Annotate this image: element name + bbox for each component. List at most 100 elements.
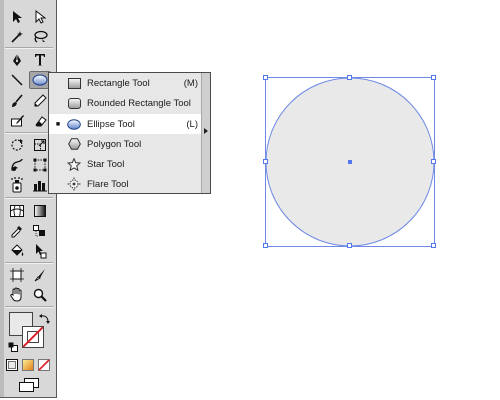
- type-tool-button[interactable]: [30, 51, 50, 69]
- shape-tools-flyout: Rectangle Tool (M) Rounded Rectangle Too…: [48, 72, 211, 194]
- magic-wand-tool-button[interactable]: [7, 28, 27, 46]
- ellipse-shape[interactable]: [262, 74, 438, 250]
- free-transform-tool-button[interactable]: [30, 156, 50, 174]
- live-paint-selection-icon: [36, 244, 47, 259]
- handle-bottom-left[interactable]: [263, 243, 268, 248]
- polygon-icon: [67, 137, 81, 151]
- flare-icon: [67, 177, 81, 191]
- pen-tool-button[interactable]: [7, 51, 27, 69]
- ellipse-icon: [32, 74, 48, 86]
- rotate-icon: [11, 139, 23, 151]
- color-mode-button[interactable]: [5, 358, 19, 372]
- tools-panel: [0, 0, 57, 398]
- mesh-icon: [10, 205, 24, 217]
- none-color-icon: [23, 327, 43, 347]
- selected-ellipse-object[interactable]: [262, 74, 438, 250]
- current-tool-indicator: ■: [55, 120, 61, 128]
- handle-top-left[interactable]: [263, 75, 268, 80]
- paint-bucket-icon: [11, 244, 24, 256]
- warp-tool-button[interactable]: [7, 156, 27, 174]
- selection-tool-button[interactable]: [7, 8, 27, 26]
- rotate-tool-button[interactable]: [7, 136, 27, 154]
- zoom-tool-button[interactable]: [30, 286, 50, 304]
- free-transform-icon: [33, 158, 47, 172]
- color-mode-icon: [6, 359, 18, 371]
- pencil-tool-button[interactable]: [30, 92, 50, 110]
- handle-right[interactable]: [431, 159, 436, 164]
- menu-item-label: Rounded Rectangle Tool: [87, 97, 191, 109]
- line-segment-tool-button[interactable]: [7, 71, 27, 89]
- white-arrow-icon: [35, 10, 46, 24]
- none-mode-icon: [38, 359, 50, 371]
- menu-item-rounded-rectangle-tool[interactable]: Rounded Rectangle Tool: [49, 93, 202, 113]
- none-mode-button[interactable]: [37, 358, 51, 372]
- handle-top-right[interactable]: [431, 75, 436, 80]
- brush-icon: [12, 94, 23, 107]
- menu-item-ellipse-tool[interactable]: ■ Ellipse Tool (L): [49, 114, 202, 134]
- live-paint-selection-tool-button[interactable]: [30, 242, 50, 260]
- artboard-icon: [10, 268, 24, 282]
- scale-tool-button[interactable]: [30, 136, 50, 154]
- panel-grip[interactable]: [0, 0, 4, 397]
- ellipse-icon: [67, 117, 81, 131]
- flyout-items: Rectangle Tool (M) Rounded Rectangle Too…: [49, 73, 202, 193]
- menu-item-label: Star Tool: [87, 158, 125, 170]
- eyedropper-tool-button[interactable]: [7, 222, 27, 240]
- line-icon: [11, 74, 23, 86]
- handle-top[interactable]: [347, 75, 352, 80]
- slice-icon: [34, 269, 45, 282]
- direct-selection-tool-button[interactable]: [30, 8, 50, 26]
- gradient-tool-button[interactable]: [30, 202, 50, 220]
- pen-icon: [13, 54, 21, 66]
- star-icon: [67, 157, 81, 171]
- stroke-swatch[interactable]: [22, 326, 44, 348]
- rectangle-icon: [67, 76, 81, 90]
- mesh-tool-button[interactable]: [7, 202, 27, 220]
- screen-mode-button[interactable]: [16, 377, 42, 393]
- menu-item-label: Ellipse Tool: [87, 118, 135, 130]
- menu-item-label: Flare Tool: [87, 178, 129, 190]
- hand-tool-button[interactable]: [7, 286, 27, 304]
- pencil-icon: [34, 94, 47, 107]
- symbol-sprayer-tool-button[interactable]: [7, 176, 27, 194]
- scale-icon: [34, 139, 46, 151]
- magic-wand-icon: [11, 31, 23, 43]
- zoom-icon: [33, 288, 47, 302]
- gradient-mode-button[interactable]: [21, 358, 35, 372]
- lasso-tool-button[interactable]: [30, 28, 50, 46]
- eyedropper-icon: [11, 226, 22, 238]
- live-paint-bucket-tool-button[interactable]: [7, 242, 27, 260]
- menu-item-star-tool[interactable]: Star Tool: [49, 154, 202, 174]
- swap-fill-stroke-icon[interactable]: [39, 312, 51, 324]
- handle-bottom[interactable]: [347, 243, 352, 248]
- default-fill-stroke-icon[interactable]: [8, 339, 18, 352]
- menu-item-flare-tool[interactable]: Flare Tool: [49, 174, 202, 194]
- gradient-mode-icon: [22, 359, 34, 371]
- gradient-icon: [34, 205, 46, 217]
- eraser-icon: [35, 116, 47, 127]
- warp-icon: [11, 158, 23, 171]
- blob-brush-tool-button[interactable]: [7, 112, 27, 130]
- eraser-tool-button[interactable]: [30, 112, 50, 130]
- tearoff-arrow-icon: [204, 128, 208, 134]
- artboard-tool-button[interactable]: [7, 266, 27, 284]
- menu-item-polygon-tool[interactable]: Polygon Tool: [49, 134, 202, 154]
- hand-icon: [10, 287, 22, 302]
- type-icon: [35, 54, 45, 66]
- blend-icon: [33, 225, 45, 237]
- handle-left[interactable]: [263, 159, 268, 164]
- handle-bottom-right[interactable]: [431, 243, 436, 248]
- symbol-sprayer-icon: [11, 177, 23, 193]
- paintbrush-tool-button[interactable]: [7, 92, 27, 110]
- slice-tool-button[interactable]: [30, 266, 50, 284]
- menu-item-label: Rectangle Tool: [87, 77, 150, 89]
- blend-tool-button[interactable]: [30, 222, 50, 240]
- column-graph-tool-button[interactable]: [30, 176, 50, 194]
- screen-mode-icon: [19, 378, 39, 392]
- menu-item-label: Polygon Tool: [87, 138, 142, 150]
- menu-item-rectangle-tool[interactable]: Rectangle Tool (M): [49, 73, 202, 93]
- tearoff-button[interactable]: [201, 73, 210, 193]
- lasso-icon: [34, 30, 48, 43]
- menu-item-shortcut: (M): [183, 77, 198, 89]
- center-point: [348, 160, 352, 164]
